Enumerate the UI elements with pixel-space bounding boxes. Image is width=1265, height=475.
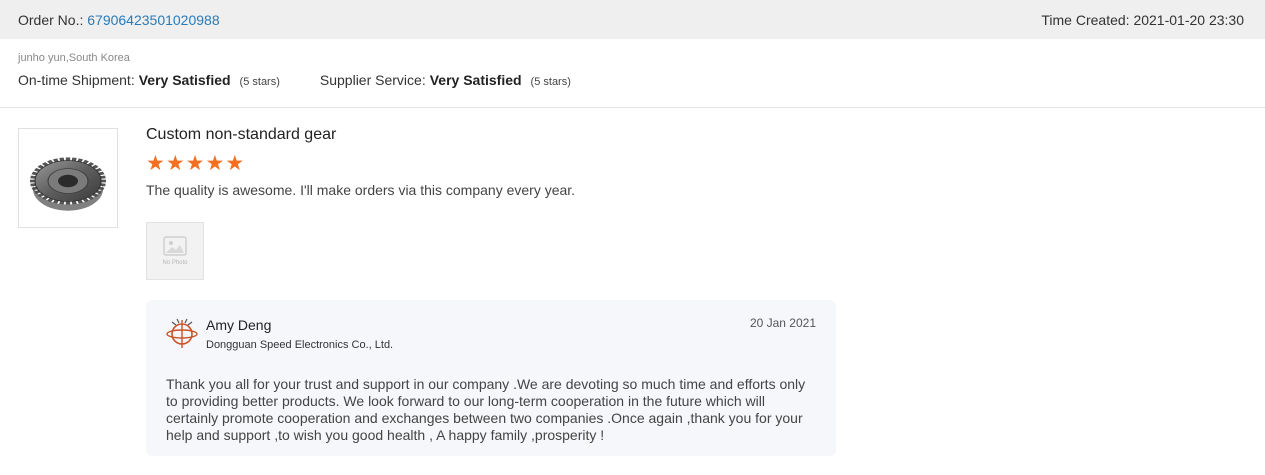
rating-stars-text: (5 stars) xyxy=(530,76,571,88)
supplier-reply: Amy Deng Dongguan Speed Electronics Co.,… xyxy=(146,300,836,456)
rating-label: On-time Shipment: xyxy=(18,72,135,88)
rating-supplier-service: Supplier Service: Very Satisfied (5 star… xyxy=(320,72,571,88)
time-created-label: Time Created: xyxy=(1041,11,1130,28)
gear-product-image xyxy=(30,157,106,211)
rating-value: Very Satisfied xyxy=(138,72,231,88)
image-placeholder-icon xyxy=(163,236,187,256)
rating-value: Very Satisfied xyxy=(429,72,522,88)
order-number-group: Order No.: 67906423501020988 xyxy=(18,12,220,28)
reply-company-name[interactable]: Dongguan Speed Electronics Co., Ltd. xyxy=(206,339,393,351)
order-number-link[interactable]: 67906423501020988 xyxy=(87,12,219,28)
rating-label: Supplier Service: xyxy=(319,72,426,88)
section-divider xyxy=(0,107,1265,108)
product-thumbnail[interactable] xyxy=(18,128,118,228)
supplier-logo-icon xyxy=(166,318,198,348)
time-created-group: Time Created: 2021-01-20 23:30 xyxy=(1041,12,1244,28)
star-icon: ★ xyxy=(185,152,205,175)
buyer-info: junho yun,South Korea On-time Shipment: … xyxy=(18,52,571,88)
reply-date: 20 Jan 2021 xyxy=(749,316,816,330)
reply-header: Amy Deng Dongguan Speed Electronics Co.,… xyxy=(166,316,816,354)
review-text: The quality is awesome. I'll make orders… xyxy=(146,182,576,198)
review-photo-placeholder[interactable]: No Photo xyxy=(146,222,204,280)
rating-on-time-shipment: On-time Shipment: Very Satisfied (5 star… xyxy=(18,72,280,88)
order-header: Order No.: 67906423501020988 Time Create… xyxy=(0,0,1265,39)
star-icon: ★ xyxy=(225,152,245,175)
order-number-label: Order No.: xyxy=(18,11,84,28)
reply-author-name: Amy Deng xyxy=(206,317,272,333)
time-created-value: 2021-01-20 23:30 xyxy=(1133,11,1244,28)
product-title[interactable]: Custom non-standard gear xyxy=(146,126,575,144)
review-body: Custom non-standard gear ★ ★ ★ ★ ★ The q… xyxy=(146,126,575,198)
star-icon: ★ xyxy=(146,152,165,175)
rating-stars-text: (5 stars) xyxy=(239,76,280,88)
star-icon: ★ xyxy=(205,152,225,175)
ratings-row: On-time Shipment: Very Satisfied (5 star… xyxy=(18,72,571,88)
no-photo-label: No Photo xyxy=(162,260,188,266)
star-rating: ★ ★ ★ ★ ★ xyxy=(146,152,575,175)
star-icon: ★ xyxy=(165,152,185,175)
reply-text: Thank you all for your trust and support… xyxy=(166,376,806,443)
buyer-name-location: junho yun,South Korea xyxy=(18,52,130,64)
